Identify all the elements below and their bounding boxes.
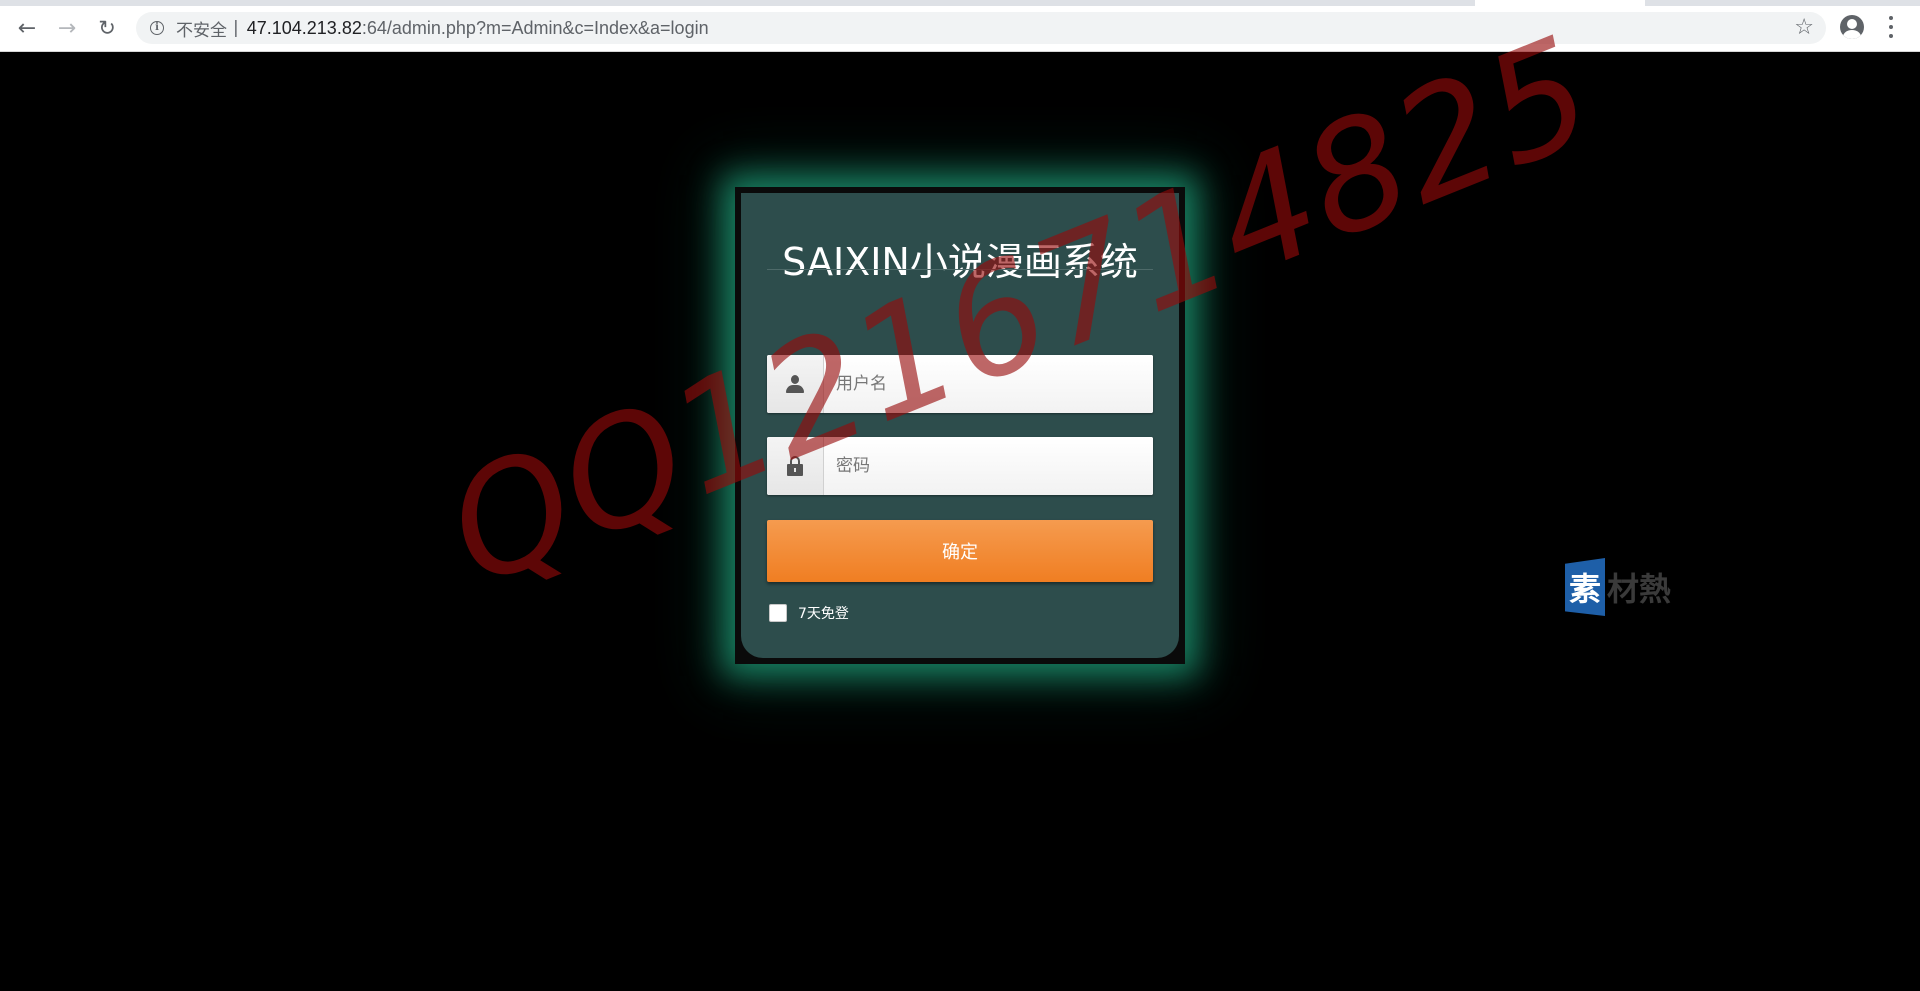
password-input[interactable] [824, 437, 1153, 495]
remember-me-row: 7天免登 [769, 603, 849, 623]
login-frame: SAIXIN小说漫画系统 确定 7天免登 [735, 187, 1185, 664]
login-panel: SAIXIN小说漫画系统 确定 7天免登 [741, 193, 1179, 658]
username-field [767, 355, 1153, 413]
browser-toolbar: ← → ↻ i 不安全 | 47.104.213.82 :64/admin.ph… [0, 0, 1920, 52]
remember-me-checkbox[interactable] [769, 604, 787, 622]
user-icon [785, 374, 805, 394]
kebab-menu-icon[interactable] [1888, 16, 1894, 38]
security-label[interactable]: 不安全 [176, 16, 227, 41]
back-arrow-icon[interactable]: ← [13, 14, 41, 42]
reload-icon[interactable]: ↻ [93, 14, 121, 42]
username-icon-cell [767, 355, 824, 413]
url-path[interactable]: :64/admin.php?m=Admin&c=Index&a=login [362, 18, 709, 39]
star-icon[interactable]: ☆ [1794, 15, 1814, 40]
url-host[interactable]: 47.104.213.82 [247, 18, 362, 39]
logo-text: 材熱 [1607, 570, 1672, 608]
remember-me-label[interactable]: 7天免登 [798, 603, 849, 623]
submit-button[interactable]: 确定 [767, 520, 1153, 582]
login-title: SAIXIN小说漫画系统 [782, 240, 1138, 284]
password-icon-cell [767, 437, 824, 495]
title-divider [767, 269, 1153, 270]
forward-arrow-icon[interactable]: → [53, 14, 81, 42]
info-icon[interactable]: i [150, 21, 164, 35]
username-input[interactable] [824, 355, 1153, 413]
password-field [767, 437, 1153, 495]
active-tab[interactable] [1475, 0, 1645, 6]
url-separator: | [233, 18, 239, 38]
address-bar[interactable]: i 不安全 | 47.104.213.82 :64/admin.php?m=Ad… [136, 12, 1826, 44]
account-icon[interactable] [1840, 15, 1864, 39]
site-logo: 素 材熱 [1565, 558, 1671, 616]
lock-icon [786, 456, 804, 476]
tab-strip [0, 0, 1920, 6]
logo-badge: 素 [1565, 558, 1605, 616]
